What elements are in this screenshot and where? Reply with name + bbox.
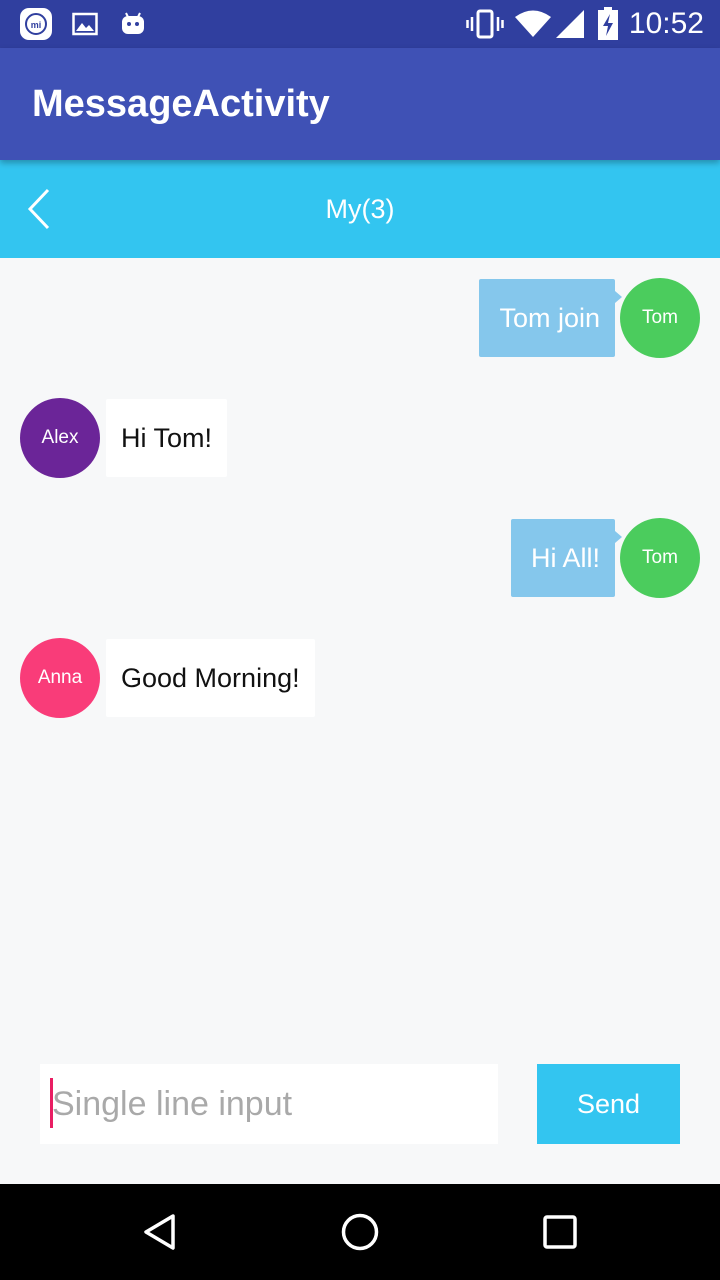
input-placeholder: Single line input xyxy=(52,1085,293,1123)
nav-home-button[interactable] xyxy=(312,1184,408,1280)
back-triangle-icon xyxy=(144,1214,175,1250)
nav-recents-button[interactable] xyxy=(512,1184,608,1280)
message-item: Tom join Tom xyxy=(0,278,720,358)
mi-app-icon: mi xyxy=(18,8,54,40)
app-bar: MessageActivity xyxy=(0,48,720,160)
avatar[interactable]: Tom xyxy=(620,278,700,358)
vibrate-icon xyxy=(466,8,504,40)
avatar[interactable]: Alex xyxy=(20,398,100,478)
status-time: 10:52 xyxy=(628,7,704,40)
chat-title: My(3) xyxy=(325,194,395,224)
avatar[interactable]: Tom xyxy=(620,518,700,598)
android-icon xyxy=(118,8,148,40)
message-item: Anna Good Morning! xyxy=(0,638,720,718)
status-bar: mi 10:52 xyxy=(0,0,720,48)
signal-icon xyxy=(554,8,586,40)
avatar[interactable]: Anna xyxy=(20,638,100,718)
home-circle-icon xyxy=(341,1213,379,1251)
nav-back-button[interactable] xyxy=(112,1184,208,1280)
send-button[interactable]: Send xyxy=(537,1064,680,1144)
app-title: MessageActivity xyxy=(32,83,330,125)
message-item: Alex Hi Tom! xyxy=(0,398,720,478)
message-list: Tom join Tom Alex Hi Tom! Hi All! Tom An… xyxy=(0,258,720,1048)
navigation-bar xyxy=(0,1184,720,1280)
input-bar: Single line input Send xyxy=(0,1048,720,1184)
message-bubble[interactable]: Hi All! xyxy=(510,519,623,597)
message-bubble[interactable]: Hi Tom! xyxy=(106,399,228,477)
chat-header: My(3) xyxy=(0,160,720,258)
message-bubble[interactable]: Good Morning! xyxy=(106,639,315,717)
wifi-icon xyxy=(514,8,552,40)
svg-text:mi: mi xyxy=(31,20,42,30)
message-item: Hi All! Tom xyxy=(0,518,720,598)
gallery-icon xyxy=(70,8,100,40)
recents-square-icon xyxy=(543,1215,577,1249)
message-bubble[interactable]: Tom join xyxy=(479,279,622,357)
message-input[interactable]: Single line input xyxy=(40,1064,498,1144)
battery-charging-icon xyxy=(596,7,620,40)
